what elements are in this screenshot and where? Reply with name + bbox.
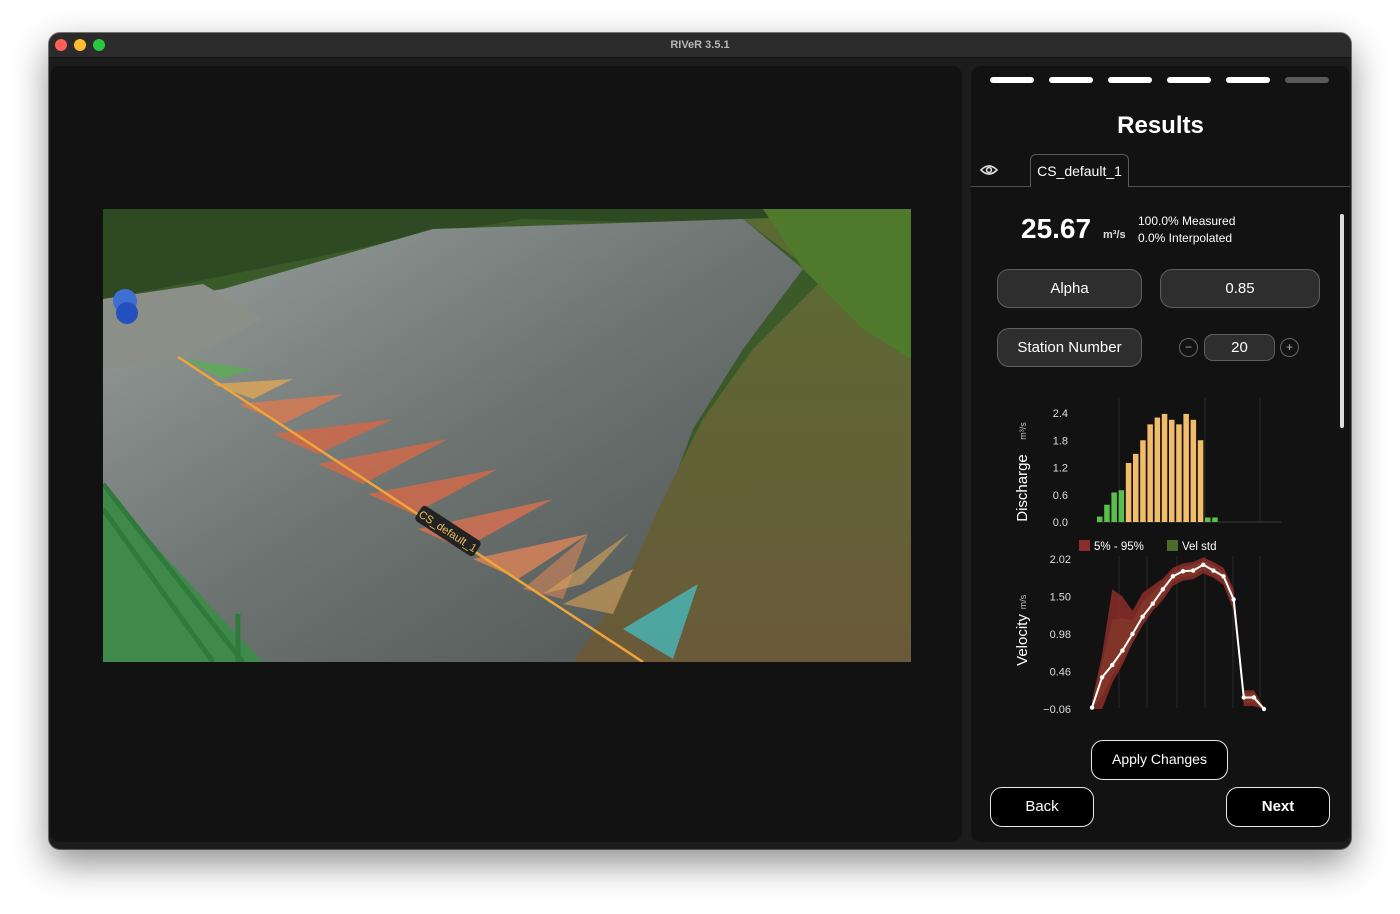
discharge-y-tick: 2.4 [1053, 408, 1068, 420]
velocity-point [1089, 705, 1095, 710]
legend-swatch-5-95 [1079, 540, 1090, 551]
step-indicator-2 [1049, 77, 1093, 83]
station-number-field[interactable]: 20 [1204, 334, 1275, 361]
discharge-bar [1118, 490, 1125, 522]
velocity-axis-unit: m/s [1018, 594, 1028, 609]
velocity-y-tick: 1.50 [1050, 592, 1071, 604]
discharge-bar [1197, 440, 1204, 522]
discharge-chart: 2.4 1.8 1.2 0.6 0.0 Discharge m³/s [1014, 398, 1281, 529]
results-title: Results [1117, 112, 1204, 139]
velocity-point [1190, 568, 1196, 573]
discharge-unit: m³/s [1103, 229, 1126, 241]
velocity-point [1221, 574, 1226, 579]
back-button[interactable]: Back [990, 787, 1094, 827]
velocity-point [1251, 695, 1257, 700]
velocity-point [1180, 569, 1186, 574]
velocity-point [1201, 562, 1206, 567]
velocity-point [1130, 631, 1135, 637]
station-increment-button[interactable]: + [1280, 338, 1299, 357]
legend-label-vel-std: Vel std [1182, 541, 1217, 553]
title-bar: RIVeR 3.5.1 [49, 33, 1351, 58]
velocity-point [1231, 597, 1236, 602]
results-scrollbar[interactable] [1340, 214, 1344, 428]
legend-swatch-vel-std [1167, 540, 1178, 551]
discharge-y-tick: 1.8 [1053, 435, 1068, 447]
velocity-point [1261, 706, 1267, 712]
velocity-point [1160, 587, 1166, 592]
alpha-label-button[interactable]: Alpha [997, 269, 1142, 308]
measured-percent: 100.0% Measured [1138, 214, 1236, 228]
discharge-axis-unit: m³/s [1018, 422, 1028, 440]
interpolated-percent: 0.0% Interpolated [1138, 231, 1233, 245]
velocity-axis-label: Velocity [1014, 614, 1031, 666]
velocity-y-tick: 0.46 [1050, 667, 1071, 679]
discharge-bar [1097, 516, 1103, 522]
river-photo[interactable]: CS_default_1 [103, 209, 911, 662]
step-indicator-6 [1285, 77, 1329, 83]
alpha-value-field[interactable]: 0.85 [1160, 269, 1320, 308]
next-button[interactable]: Next [1226, 787, 1330, 827]
step-indicator-1 [990, 77, 1034, 83]
discharge-bar [1190, 419, 1197, 522]
discharge-y-tick: 0.0 [1053, 517, 1068, 529]
results-charts: 2.4 1.8 1.2 0.6 0.0 Discharge m³/s 5% - 95% … [1014, 398, 1281, 716]
station-number-label-button[interactable]: Station Number [997, 328, 1142, 367]
discharge-bar [1212, 517, 1218, 522]
measurement-summary: 100.0% Measured 0.0% Interpolated [1138, 213, 1235, 247]
step-indicator-4 [1167, 77, 1211, 83]
discharge-bar [1111, 492, 1117, 522]
app-window: RIVeR 3.5.1 CS_default_1 Results CS_defa… [49, 33, 1351, 849]
velocity-point [1099, 675, 1105, 680]
discharge-y-tick: 0.6 [1053, 490, 1068, 502]
station-decrement-button[interactable]: − [1179, 338, 1198, 357]
velocity-chart: 2.02 1.50 0.98 0.46 −0.06 Velocity m/s [1014, 554, 1267, 716]
discharge-bar [1104, 504, 1110, 522]
velocity-y-tick: −0.06 [1043, 704, 1071, 716]
discharge-bar [1161, 413, 1168, 522]
window-title: RIVeR 3.5.1 [670, 39, 730, 51]
tab-cs-default-1[interactable]: CS_default_1 [1030, 154, 1129, 187]
percentile-band-5-95 [1092, 557, 1264, 709]
results-panel: Results CS_default_1 25.67 m³/s 100.0% M… [971, 66, 1350, 842]
discharge-axis-label: Discharge [1014, 454, 1031, 522]
step-indicator-5 [1226, 77, 1270, 83]
discharge-y-tick: 1.2 [1053, 463, 1068, 475]
velocity-point [1170, 574, 1176, 579]
velocity-point [1110, 662, 1115, 668]
velocity-y-tick: 2.02 [1050, 554, 1071, 566]
discharge-bar [1205, 517, 1211, 522]
velocity-point [1150, 601, 1155, 606]
discharge-bar [1169, 419, 1175, 522]
discharge-value: 25.67 [1021, 213, 1092, 244]
discharge-bar [1183, 413, 1189, 522]
legend-label-5-95: 5% - 95% [1094, 541, 1144, 553]
discharge-bar [1133, 453, 1139, 522]
discharge-bar [1147, 424, 1153, 522]
discharge-bar [1176, 424, 1182, 522]
velocity-legend: 5% - 95% Vel std [1079, 540, 1217, 553]
eye-icon[interactable] [980, 163, 998, 177]
discharge-bar [1125, 462, 1132, 522]
tab-underline [971, 186, 1350, 187]
discharge-bar [1154, 417, 1161, 522]
velocity-point [1140, 614, 1145, 619]
velocity-point [1120, 648, 1125, 653]
apply-changes-button[interactable]: Apply Changes [1091, 740, 1228, 780]
velocity-point [1211, 568, 1216, 573]
image-viewer-panel: CS_default_1 [50, 66, 962, 842]
step-indicator-3 [1108, 77, 1152, 83]
velocity-y-tick: 0.98 [1050, 629, 1071, 641]
discharge-bar [1140, 440, 1146, 522]
velocity-point [1241, 695, 1246, 700]
